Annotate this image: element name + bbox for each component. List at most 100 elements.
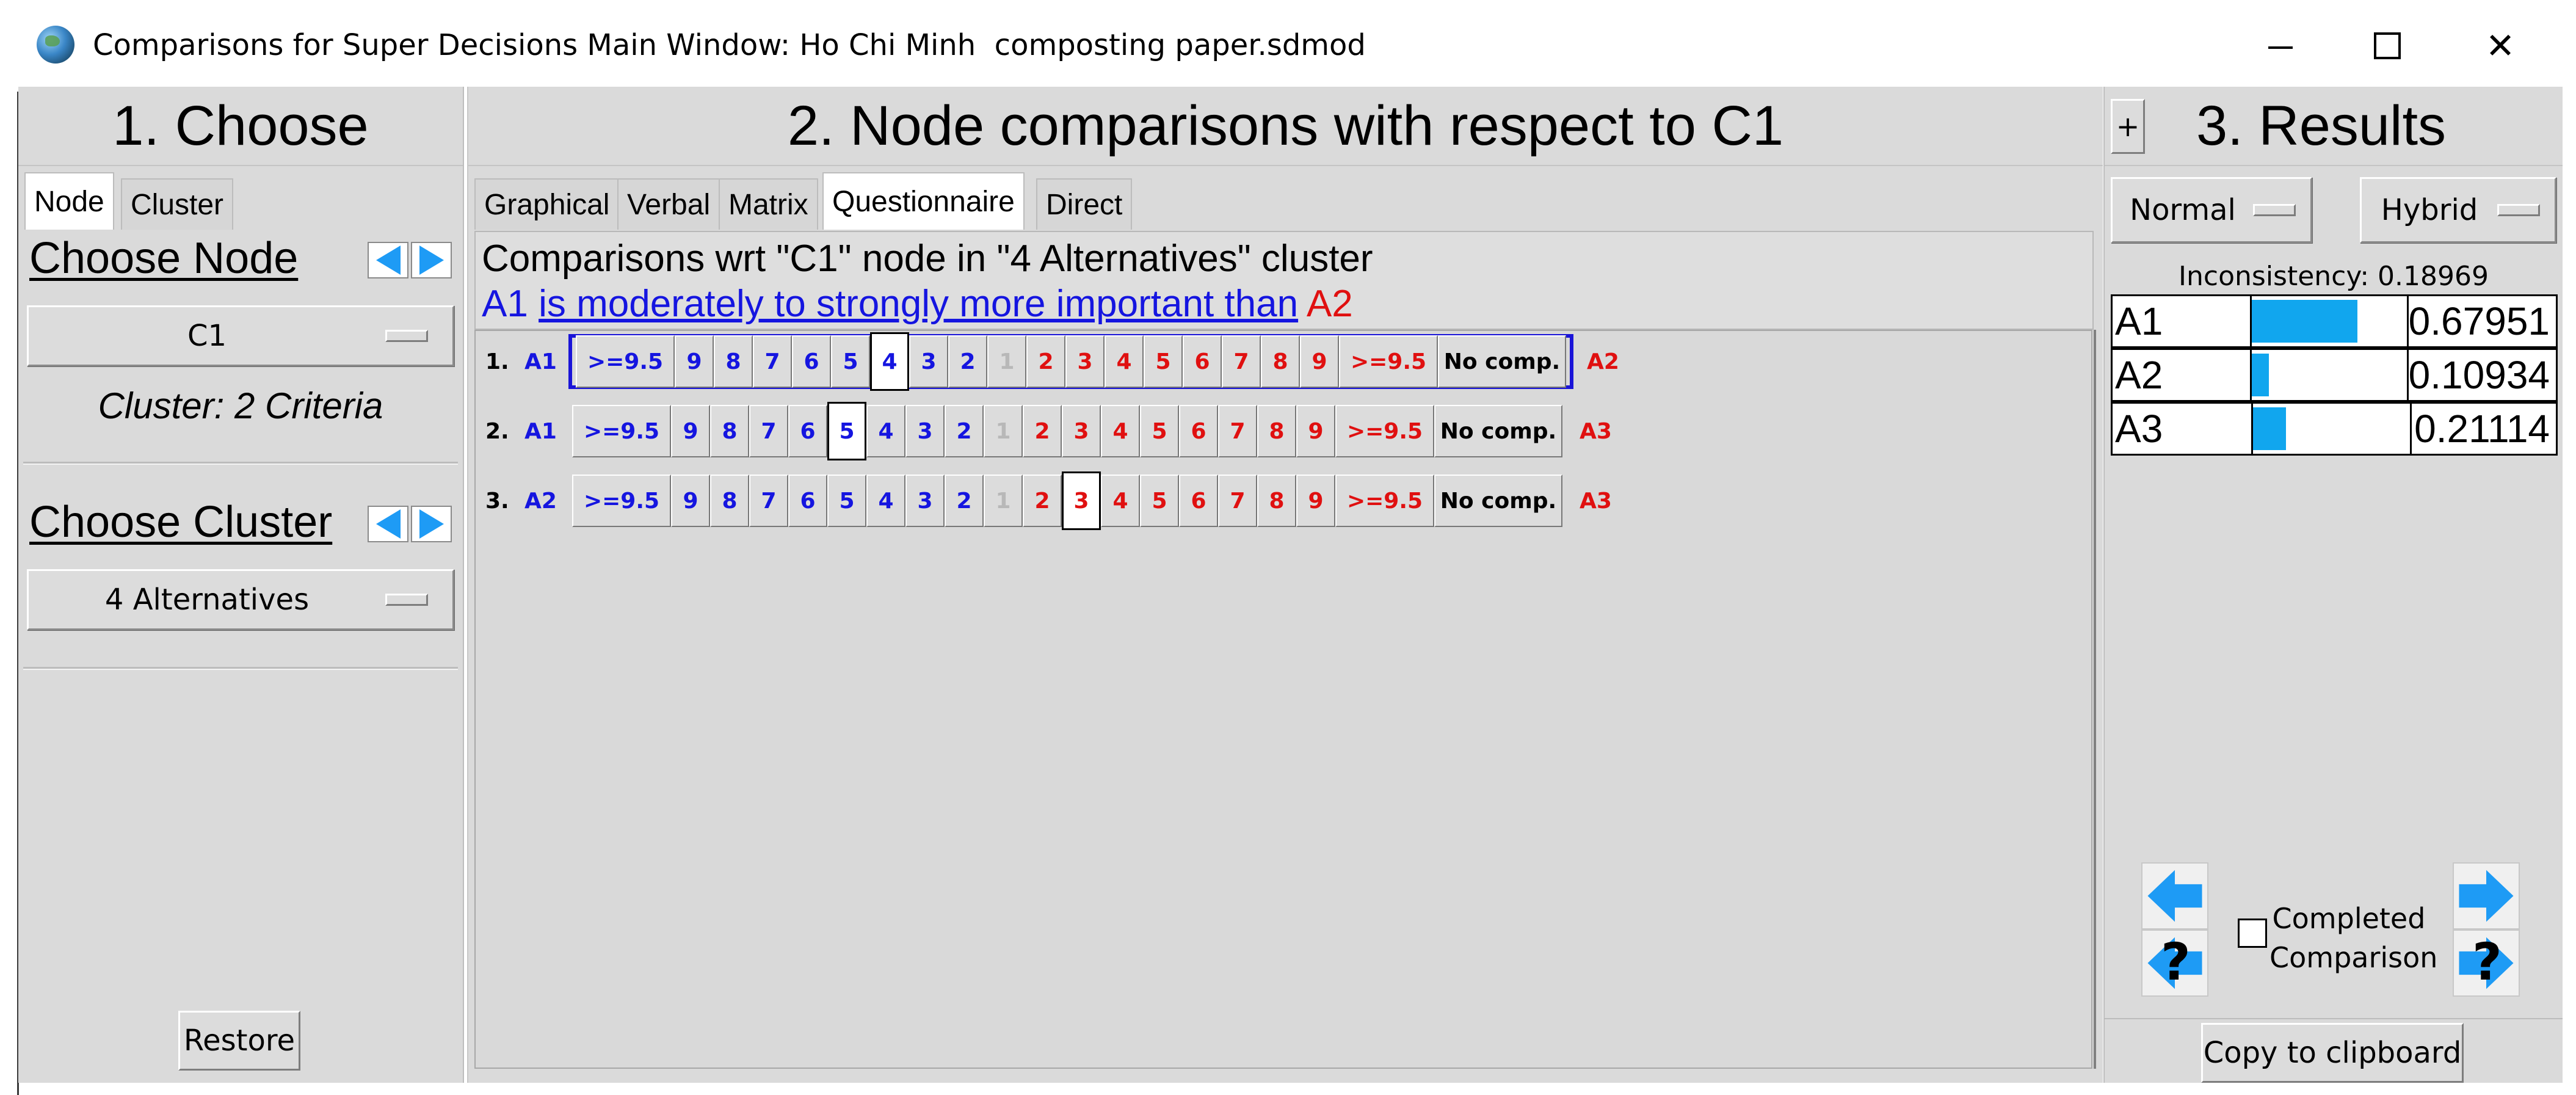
expand-button[interactable]: + [2111, 99, 2145, 154]
scale-cell[interactable]: 7 [1222, 335, 1261, 388]
scale-cell[interactable]: 9 [675, 335, 714, 388]
scale-cell[interactable]: 9 [1296, 405, 1335, 457]
scale-cell[interactable]: 7 [1218, 405, 1257, 457]
statement-verbal-link[interactable]: is moderately to strongly more important… [539, 283, 1298, 325]
arrow-right-icon [2459, 870, 2514, 922]
scale-cell[interactable]: 2 [945, 405, 984, 457]
scale-cell[interactable]: 9 [671, 475, 710, 527]
maximize-button[interactable] [2354, 18, 2421, 73]
scale-cell[interactable]: 9 [1300, 335, 1339, 388]
cluster-select[interactable]: 4 Alternatives [27, 569, 454, 630]
scale-cell[interactable]: >=9.5 [1335, 475, 1434, 527]
scale-cell[interactable]: 5 [827, 475, 866, 527]
scale-cell[interactable]: 3 [905, 405, 945, 457]
scale-cell[interactable]: 4 [870, 332, 909, 391]
scale-cell[interactable]: 5 [827, 402, 866, 460]
scale-cell[interactable]: 3 [909, 335, 948, 388]
scale-cell[interactable]: 3 [1062, 471, 1101, 530]
scale-cell[interactable]: 5 [1144, 335, 1183, 388]
scale-cell[interactable]: 2 [945, 475, 984, 527]
copy-to-clipboard-button[interactable]: Copy to clipboard [2201, 1023, 2464, 1083]
node-select[interactable]: C1 [27, 305, 454, 366]
prev-unfinished-button[interactable]: ? [2141, 929, 2208, 997]
restore-button[interactable]: Restore [178, 1011, 300, 1071]
scale-cell[interactable]: 6 [788, 405, 827, 457]
result-value: 0.67951 [2408, 299, 2550, 343]
scale-cell[interactable]: 6 [792, 335, 831, 388]
next-comparison-button[interactable] [2453, 862, 2520, 929]
tab-direct[interactable]: Direct [1036, 178, 1133, 230]
scale-cell[interactable]: 1 [987, 335, 1026, 388]
row-left-node: A1 [524, 349, 557, 374]
scale-cell[interactable]: >=9.5 [572, 405, 671, 457]
scale-cell[interactable]: >=9.5 [572, 475, 671, 527]
window-title: Comparisons for Super Decisions Main Win… [93, 28, 1366, 62]
normalization-select[interactable]: Normal [2111, 177, 2312, 243]
next-node-button[interactable] [411, 242, 452, 278]
no-comparison-cell[interactable]: No comp. [1434, 405, 1562, 457]
scale-cell[interactable]: 4 [1101, 475, 1140, 527]
result-bar-fill [2251, 300, 2357, 343]
scale-cell[interactable]: 6 [788, 475, 827, 527]
scale-cell[interactable]: 7 [749, 405, 788, 457]
scale-cell[interactable]: 8 [714, 335, 753, 388]
next-unfinished-button[interactable]: ? [2453, 929, 2520, 997]
scale-cell[interactable]: 5 [831, 335, 870, 388]
close-button[interactable]: ✕ [2467, 18, 2534, 73]
no-comparison-cell[interactable]: No comp. [1434, 475, 1562, 527]
scale-cell[interactable]: 9 [671, 405, 710, 457]
scale-cell[interactable]: 4 [866, 405, 905, 457]
scale-cell[interactable]: 7 [1218, 475, 1257, 527]
prev-cluster-button[interactable] [368, 506, 408, 542]
maximize-icon [2374, 32, 2401, 59]
tab-node[interactable]: Node [24, 172, 114, 230]
scale-cell[interactable]: >=9.5 [576, 335, 675, 388]
scale-cell[interactable]: 4 [866, 475, 905, 527]
scale-cell[interactable]: 9 [1296, 475, 1335, 527]
scale-cell[interactable]: 3 [905, 475, 945, 527]
scale-cell[interactable]: 5 [1140, 405, 1179, 457]
scale-cell[interactable]: 6 [1183, 335, 1222, 388]
prev-node-button[interactable] [368, 242, 408, 278]
row-left-node: A1 [524, 418, 557, 444]
tab-cluster[interactable]: Cluster [121, 178, 234, 230]
scale-cell[interactable]: 2 [1026, 335, 1065, 388]
prev-comparison-button[interactable] [2141, 862, 2208, 929]
next-cluster-button[interactable] [411, 506, 452, 542]
compare-header: 2. Node comparisons with respect to C1 [468, 87, 2103, 166]
completed-checkbox[interactable] [2238, 919, 2267, 948]
tab-questionnaire[interactable]: Questionnaire [822, 172, 1025, 230]
scale-cell[interactable]: 7 [749, 475, 788, 527]
tab-matrix[interactable]: Matrix [719, 178, 818, 230]
scale-cell[interactable]: 6 [1179, 475, 1218, 527]
scale-cell[interactable]: 1 [984, 405, 1023, 457]
result-bar [2251, 350, 2409, 400]
scale-cell[interactable]: 8 [710, 475, 749, 527]
scale-cell[interactable]: 4 [1105, 335, 1144, 388]
scale-cell[interactable]: >=9.5 [1335, 405, 1434, 457]
scale-cell[interactable]: 8 [1257, 475, 1296, 527]
scale-cell[interactable]: 2 [1023, 405, 1062, 457]
scale-cell[interactable]: 3 [1062, 405, 1101, 457]
tab-graphical[interactable]: Graphical [474, 178, 620, 230]
scale-cell[interactable]: 5 [1140, 475, 1179, 527]
scale-cell[interactable]: 2 [1023, 475, 1062, 527]
scale-cell[interactable]: 8 [1261, 335, 1300, 388]
scale-cell[interactable]: 3 [1065, 335, 1105, 388]
scale-cell[interactable]: 6 [1179, 405, 1218, 457]
result-bar [2253, 404, 2412, 454]
scale-cell[interactable]: 8 [710, 405, 749, 457]
tab-verbal[interactable]: Verbal [617, 178, 720, 230]
scale-cell[interactable]: 8 [1257, 405, 1296, 457]
scale-cell[interactable]: >=9.5 [1339, 335, 1438, 388]
scale-cell[interactable]: 2 [948, 335, 987, 388]
mode-select[interactable]: Hybrid [2360, 177, 2556, 243]
arrow-left-icon [376, 246, 401, 275]
minimize-button[interactable] [2247, 18, 2314, 73]
scrollbar[interactable] [2094, 330, 2096, 1069]
no-comparison-cell[interactable]: No comp. [1438, 335, 1566, 388]
scale-cell[interactable]: 7 [753, 335, 792, 388]
cluster-nav-arrows [368, 506, 452, 542]
scale-cell[interactable]: 4 [1101, 405, 1140, 457]
scale-cell[interactable]: 1 [984, 475, 1023, 527]
